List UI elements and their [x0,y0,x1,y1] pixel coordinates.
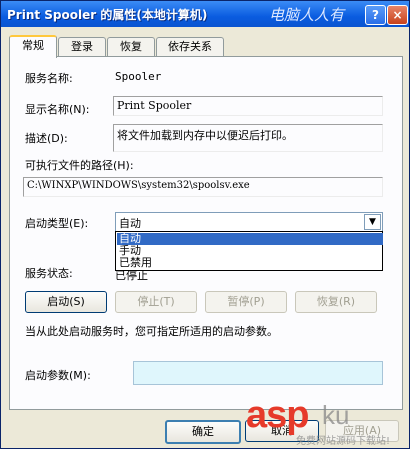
startup-params-hint: 当从此处启动服务时，您可指定所适用的启动参数。 [25,325,278,338]
watermark-asp-logo: asp [246,394,309,436]
stop-button[interactable]: 停止(T) [115,291,197,313]
start-button[interactable]: 启动(S) [25,291,107,313]
startup-params-label: 启动参数(M): [25,369,91,382]
pause-button[interactable]: 暂停(P) [205,291,287,313]
display-name-label: 显示名称(N): [25,103,90,116]
option-automatic[interactable]: 自动 [117,233,383,245]
tab-recovery[interactable]: 恢复 [107,37,155,56]
service-name-label: 服务名称: [25,72,73,85]
display-name-value: Print Spooler [117,99,192,112]
service-status-label: 服务状态: [25,267,73,280]
ok-button[interactable]: 确定 [165,420,241,444]
window-title: Print Spooler 的属性(本地计算机) [7,8,208,22]
startup-params-input[interactable] [133,361,383,385]
description-value: 将文件加载到内存中以便迟后打印。 [117,129,293,142]
description-label: 描述(D): [25,132,68,145]
tab-dependencies[interactable]: 依存关系 [156,37,224,56]
tab-logon[interactable]: 登录 [58,37,106,56]
path-field[interactable]: C:\WINXP\WINDOWS\system32\spoolsv.exe [23,177,383,197]
startup-type-value: 自动 [119,217,141,230]
help-button[interactable]: ? [365,5,386,25]
chevron-down-icon[interactable]: ▼ [364,214,381,230]
option-disabled[interactable]: 已禁用 [117,257,383,269]
tab-general[interactable]: 常规 [9,35,57,58]
watermark-text-top: 电脑人人有 [269,6,345,24]
service-name-value: Spooler [115,70,162,83]
path-label: 可执行文件的路径(H): [25,159,134,172]
display-name-field[interactable]: Print Spooler [113,96,383,116]
startup-type-dropdown: 自动 手动 已禁用 [115,231,383,271]
watermark-ku-logo: ku [322,400,350,430]
path-value: C:\WINXP\WINDOWS\system32\spoolsv.exe [27,180,250,191]
help-icon: ? [372,8,379,22]
resume-button[interactable]: 恢复(R) [295,291,377,313]
startup-type-label: 启动类型(E): [25,217,89,230]
title-bar[interactable]: Print Spooler 的属性(本地计算机) 电脑人人有 ? × [1,1,409,27]
description-field[interactable]: 将文件加载到内存中以便迟后打印。 [113,124,383,152]
properties-dialog: Print Spooler 的属性(本地计算机) 电脑人人有 ? × 常规 登录… [0,0,410,449]
close-button[interactable]: × [387,5,408,25]
close-icon: × [392,8,403,22]
watermark-subtitle: 免费网站源码下载站! [296,436,391,447]
startup-type-select[interactable]: 自动 ▼ [115,212,383,232]
option-manual[interactable]: 手动 [117,245,383,257]
